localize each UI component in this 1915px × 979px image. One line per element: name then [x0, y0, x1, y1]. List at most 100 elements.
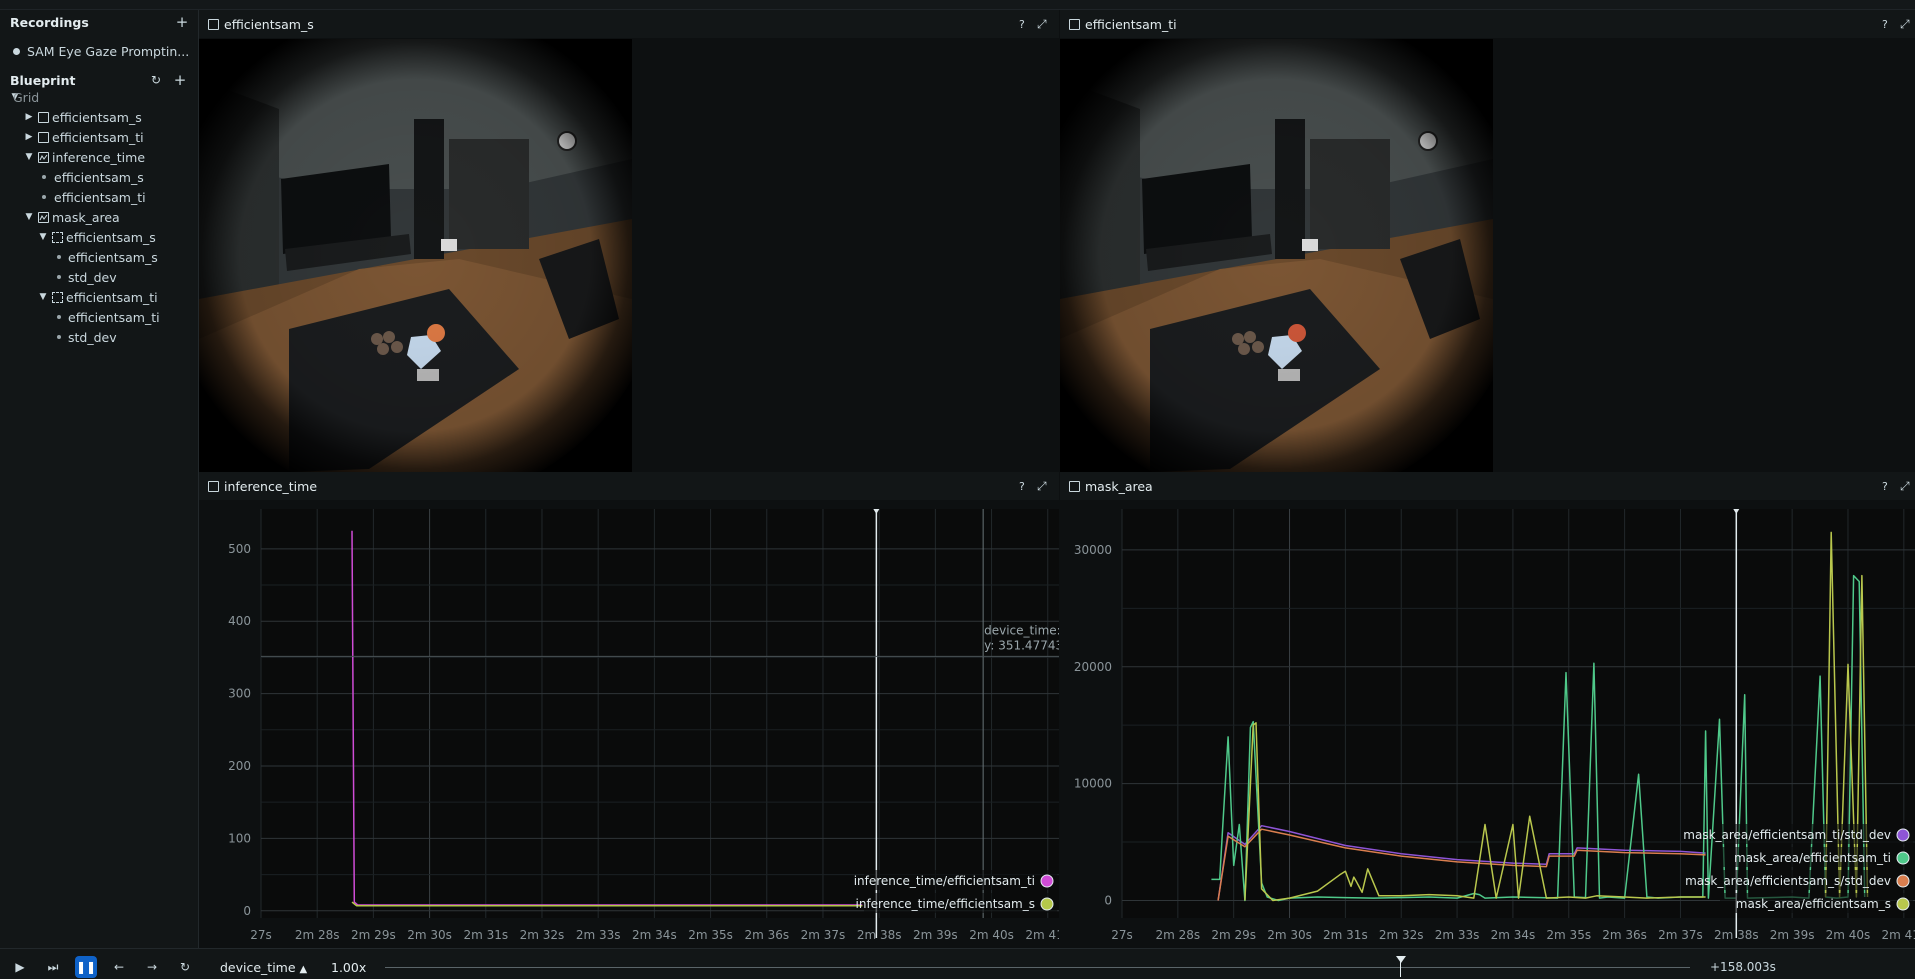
chevron-right-icon[interactable]: ▶: [24, 132, 34, 142]
x-tick-label: 2m 37s: [1658, 928, 1703, 942]
x-tick-label: 2m 36s: [1602, 928, 1647, 942]
recordings-header: Recordings +: [0, 10, 198, 34]
blueprint-tree-item[interactable]: std_dev: [0, 326, 198, 348]
timeline-selector[interactable]: device_time ▲: [220, 960, 307, 975]
blueprint-tree-item[interactable]: ▶ efficientsam_ti: [0, 126, 198, 148]
x-tick-label: 2m 28s: [295, 928, 340, 942]
legend-swatch[interactable]: [1040, 897, 1054, 911]
y-tick-label: 30000: [1074, 543, 1112, 557]
x-tick-label: 2m 40s: [969, 928, 1014, 942]
legend-label[interactable]: mask_area/efficientsam_s/std_dev: [1685, 874, 1891, 888]
mask-area-chart[interactable]: 27s 2m 28s 2m 29s 2m 30s 2m 31s 2m 32s 2m 33s 2…: [1060, 501, 1915, 948]
legend-label[interactable]: mask_area/efficientsam_ti/std_dev: [1683, 828, 1891, 842]
timeline-name: device_time: [220, 960, 296, 975]
time-marker-icon: [1396, 956, 1406, 963]
y-tick-label: 200: [228, 759, 251, 773]
pause-icon[interactable]: ❚❚: [75, 956, 97, 978]
view-efficientsam-ti-header: efficientsam_ti ? ⤢: [1060, 10, 1915, 38]
x-tick-label: 2m 39s: [1770, 928, 1815, 942]
x-tick-label: 2m 29s: [1211, 928, 1256, 942]
blueprint-tree-item-label: efficientsam_s: [52, 109, 142, 125]
recording-item-label: SAM Eye Gaze Promptin...: [27, 43, 190, 59]
x-tick-label: 2m 37s: [801, 928, 846, 942]
x-tick-label: 2m 33s: [576, 928, 621, 942]
entity-dot-icon: [42, 175, 46, 179]
playback-speed[interactable]: 1.00x: [331, 960, 366, 975]
maximize-icon[interactable]: ⤢: [1037, 479, 1047, 494]
chevron-down-icon[interactable]: ▼: [38, 292, 48, 302]
x-tick-label: 2m 39s: [913, 928, 958, 942]
maximize-icon[interactable]: ⤢: [1900, 17, 1910, 32]
legend-swatch[interactable]: [1040, 874, 1054, 888]
blueprint-tree-item-label: inference_time: [52, 149, 146, 165]
blueprint-tree-item[interactable]: ▼ efficientsam_s: [0, 226, 198, 248]
blueprint-tree-item[interactable]: efficientsam_ti: [0, 306, 198, 328]
blueprint-tree-item[interactable]: efficientsam_s: [0, 166, 198, 188]
timeline-bar: ▶ ⏭ ❚❚ ← → ↻ device_time ▲ 1.00x +158.00…: [0, 948, 1915, 979]
view-mask-area-header: mask_area ? ⤢: [1060, 472, 1915, 500]
loop-icon[interactable]: ↻: [174, 956, 196, 978]
recording-dot-icon: [13, 47, 20, 55]
timeseries-view-icon: [208, 481, 219, 492]
blueprint-tree-item[interactable]: ▶ efficientsam_s: [0, 106, 198, 128]
blueprint-tree-item[interactable]: ▼ Grid: [0, 86, 198, 108]
blueprint-tree-item[interactable]: ▼ inference_time: [0, 146, 198, 168]
blueprint-tree-item[interactable]: std_dev: [0, 266, 198, 288]
legend-label[interactable]: mask_area/efficientsam_s: [1736, 897, 1891, 911]
help-icon[interactable]: ?: [1019, 18, 1025, 31]
chevron-right-icon[interactable]: ▶: [24, 112, 34, 122]
legend-label[interactable]: mask_area/efficientsam_ti: [1734, 851, 1891, 865]
view-inference-time-header: inference_time ? ⤢: [199, 472, 1059, 500]
maximize-icon[interactable]: ⤢: [1037, 17, 1047, 32]
x-tick-label: 2m 34s: [632, 928, 677, 942]
legend-swatch[interactable]: [1896, 851, 1910, 865]
chevron-down-icon[interactable]: ▼: [24, 212, 34, 222]
step-forward-arrow-icon[interactable]: →: [141, 956, 163, 978]
view-title: efficientsam_s: [224, 16, 314, 32]
blueprint-tree-item[interactable]: efficientsam_ti: [0, 186, 198, 208]
view-title: mask_area: [1085, 478, 1153, 494]
chevron-down-icon[interactable]: ▼: [38, 232, 48, 242]
y-tick-label: 300: [228, 687, 251, 701]
camera-image: [199, 39, 632, 472]
blueprint-tree-item[interactable]: ▼ mask_area: [0, 206, 198, 228]
x-tick-label: 2m 36s: [744, 928, 789, 942]
legend-swatch[interactable]: [1896, 828, 1910, 842]
help-icon[interactable]: ?: [1882, 480, 1888, 493]
chevron-down-icon[interactable]: ▼: [24, 152, 34, 162]
help-icon[interactable]: ?: [1019, 480, 1025, 493]
blueprint-tree-item-label: mask_area: [52, 209, 120, 225]
inference-time-chart[interactable]: 27s 2m 28s 2m 29s 2m 30s 2m 31s 2m 32s 2m 33s 2…: [199, 501, 1059, 948]
legend-label[interactable]: inference_time/efficientsam_s: [856, 897, 1036, 911]
time-readout: +158.003s: [1710, 960, 1776, 974]
hover-label: device_time: -: [984, 623, 1059, 637]
x-tick-label: 27s: [250, 928, 272, 942]
legend-swatch[interactable]: [1896, 897, 1910, 911]
blueprint-tree-item[interactable]: ▼ efficientsam_ti: [0, 286, 198, 308]
spatial-view-icon: [38, 131, 49, 143]
view-title: efficientsam_ti: [1085, 16, 1177, 32]
step-forward-icon[interactable]: ⏭: [42, 956, 64, 978]
recording-item[interactable]: SAM Eye Gaze Promptin...: [0, 40, 198, 62]
y-tick-label: 100: [228, 831, 251, 845]
view-efficientsam-s: efficientsam_s ? ⤢: [199, 10, 1059, 472]
entity-dot-icon: [57, 315, 61, 319]
timeseries-view-icon: [38, 151, 49, 163]
y-tick-label: 0: [243, 904, 251, 918]
blueprint-tree-item-label: efficientsam_s: [54, 169, 144, 185]
x-tick-label: 2m 34s: [1491, 928, 1536, 942]
blueprint-tree-item-label: efficientsam_ti: [54, 189, 146, 205]
add-recording-icon[interactable]: +: [174, 13, 190, 31]
step-back-arrow-icon[interactable]: ←: [108, 956, 130, 978]
blueprint-tree-item[interactable]: efficientsam_s: [0, 246, 198, 268]
help-icon[interactable]: ?: [1882, 18, 1888, 31]
legend-swatch[interactable]: [1896, 874, 1910, 888]
entity-dot-icon: [57, 255, 61, 259]
y-tick-label: 500: [228, 542, 251, 556]
maximize-icon[interactable]: ⤢: [1900, 479, 1910, 494]
x-tick-label: 2m 31s: [463, 928, 508, 942]
time-slider-track[interactable]: [385, 967, 1690, 968]
play-icon[interactable]: ▶: [9, 956, 31, 978]
blueprint-tree-item-label: efficientsam_ti: [68, 309, 160, 325]
legend-label[interactable]: inference_time/efficientsam_ti: [854, 874, 1035, 888]
